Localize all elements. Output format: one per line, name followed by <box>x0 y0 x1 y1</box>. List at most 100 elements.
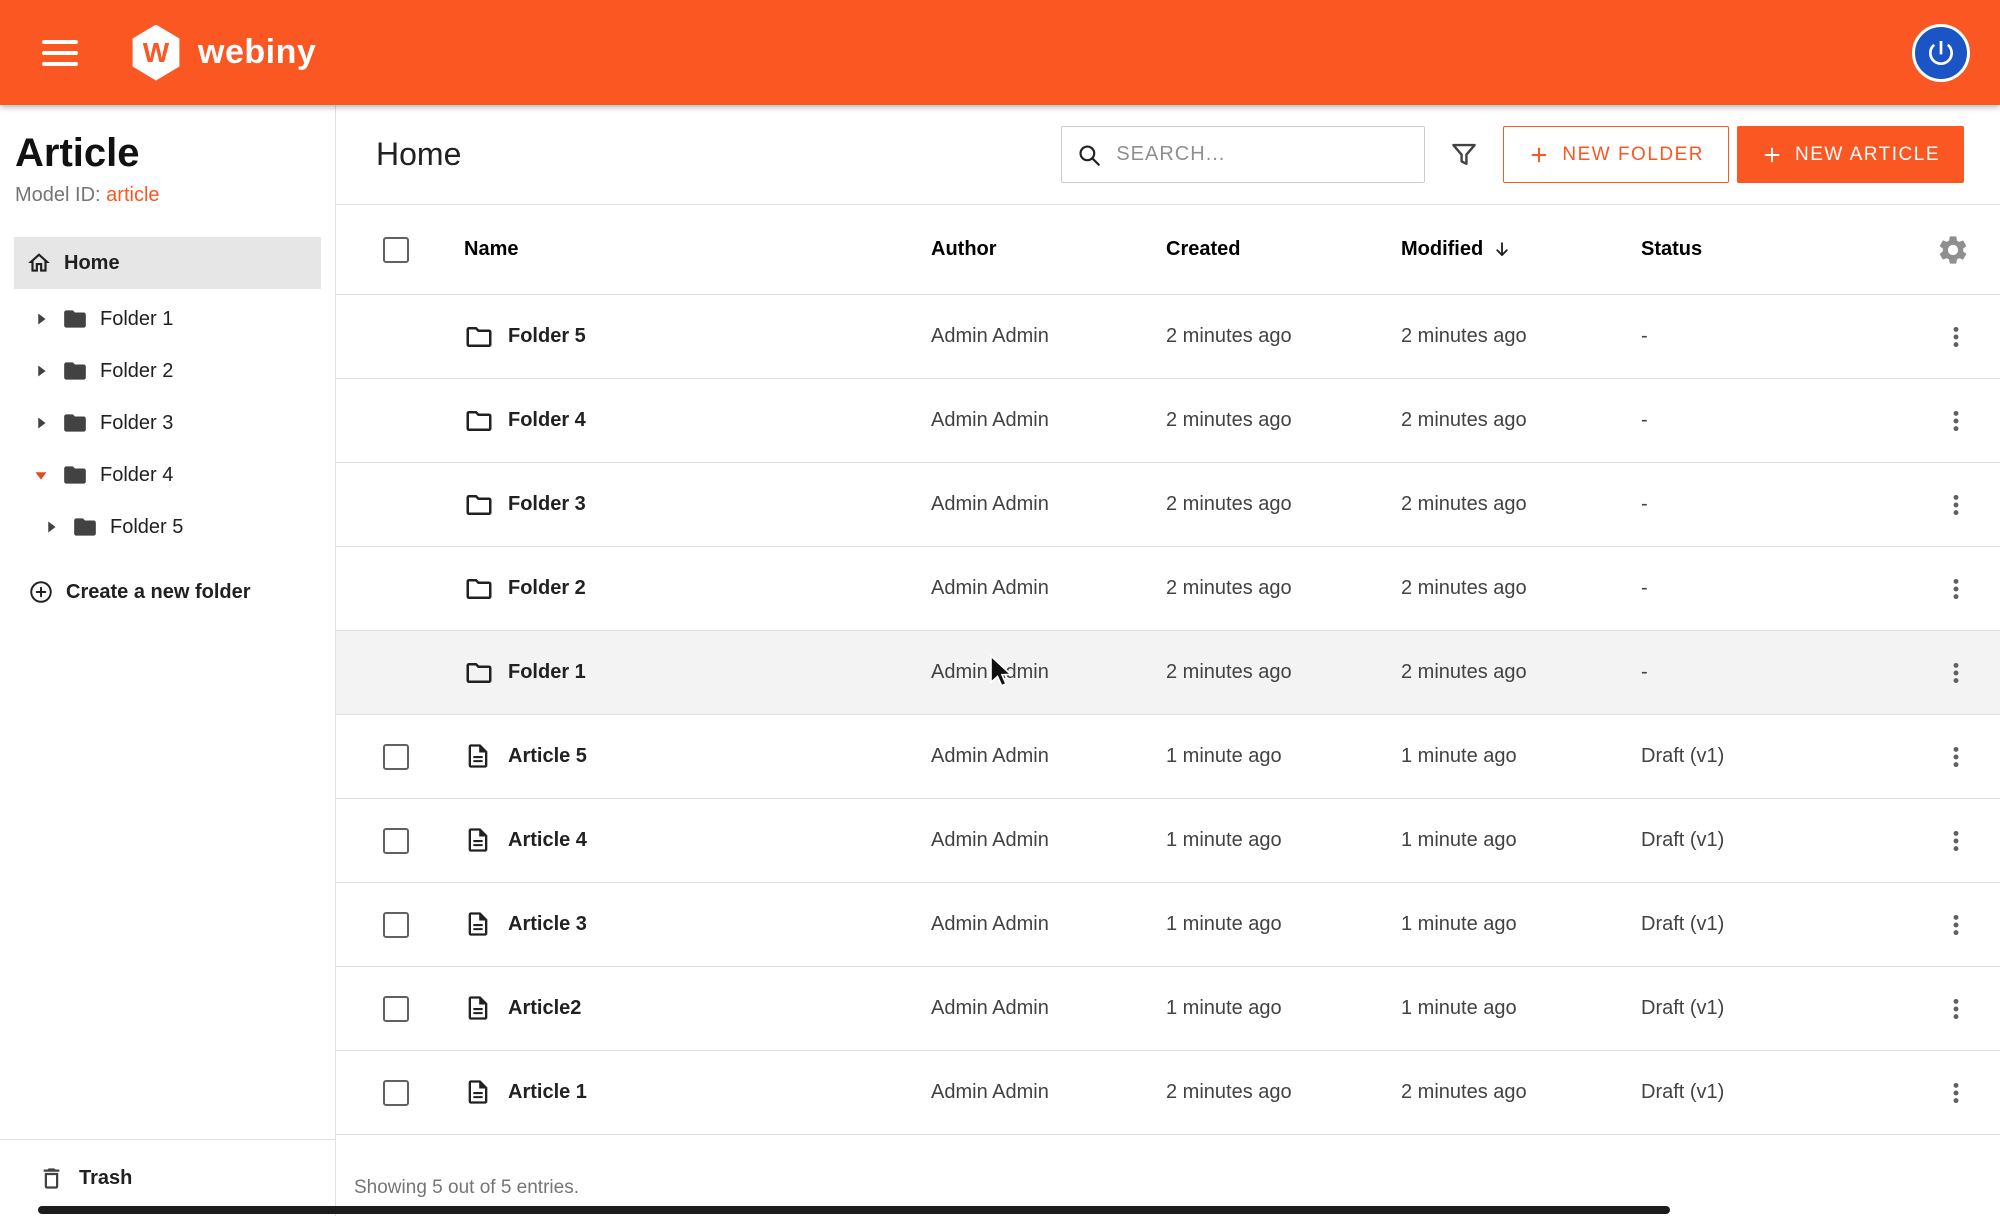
entry-name[interactable]: Article 4 <box>456 826 931 856</box>
entry-modified: 1 minute ago <box>1401 829 1641 852</box>
column-name[interactable]: Name <box>456 238 931 261</box>
folder-icon <box>464 406 494 436</box>
caret-right-icon[interactable] <box>30 412 52 434</box>
row-menu-kebab-icon[interactable] <box>1938 655 1974 691</box>
row-checkbox[interactable] <box>383 1080 409 1106</box>
user-avatar[interactable] <box>1912 24 1970 82</box>
sidebar-item-folder-3[interactable]: Folder 3 <box>0 397 335 449</box>
sort-desc-icon <box>1491 239 1513 261</box>
table-settings-gear-icon[interactable] <box>1932 229 1974 271</box>
entry-author: Admin Admin <box>931 745 1166 768</box>
table-header: Name Author Created Modified Status <box>336 205 2000 295</box>
content-area: Home NEW FOLDER NEW ARTICLE <box>336 105 2000 1216</box>
table-row[interactable]: Folder 1Admin Admin2 minutes ago2 minute… <box>336 631 2000 715</box>
row-menu-kebab-icon[interactable] <box>1938 991 1974 1027</box>
entry-status: Draft (v1) <box>1641 997 1901 1020</box>
column-created[interactable]: Created <box>1166 238 1401 261</box>
entry-status: Draft (v1) <box>1641 745 1901 768</box>
entry-modified: 1 minute ago <box>1401 913 1641 936</box>
entry-name[interactable]: Folder 2 <box>456 574 931 604</box>
caret-down-icon[interactable] <box>30 464 52 486</box>
model-id-label: Model ID: <box>15 184 101 206</box>
sidebar-item-folder-4[interactable]: Folder 4 <box>0 449 335 501</box>
entry-status: Draft (v1) <box>1641 829 1901 852</box>
search-input[interactable] <box>1114 142 1410 167</box>
entry-modified: 1 minute ago <box>1401 745 1641 768</box>
table-row[interactable]: Article 5Admin Admin1 minute ago1 minute… <box>336 715 2000 799</box>
folder-icon <box>62 358 88 384</box>
new-folder-button[interactable]: NEW FOLDER <box>1503 126 1729 183</box>
entry-name[interactable]: Article 5 <box>456 742 931 772</box>
content-header: Home NEW FOLDER NEW ARTICLE <box>336 105 2000 205</box>
entry-author: Admin Admin <box>931 577 1166 600</box>
sidebar-item-folder-1[interactable]: Folder 1 <box>0 293 335 345</box>
brand-name: webiny <box>198 33 316 72</box>
column-status[interactable]: Status <box>1641 238 1901 261</box>
table-row[interactable]: Article 1Admin Admin2 minutes ago2 minut… <box>336 1051 2000 1135</box>
entry-status: - <box>1641 493 1901 516</box>
entry-name[interactable]: Article 3 <box>456 910 931 940</box>
trash-label: Trash <box>79 1167 132 1190</box>
sidebar-item-home[interactable]: Home <box>14 237 321 289</box>
home-icon <box>26 250 52 276</box>
folder-icon <box>464 574 494 604</box>
model-title: Article <box>15 131 335 176</box>
row-menu-kebab-icon[interactable] <box>1938 487 1974 523</box>
table-row[interactable]: Article 4Admin Admin1 minute ago1 minute… <box>336 799 2000 883</box>
caret-right-icon[interactable] <box>40 516 62 538</box>
row-menu-kebab-icon[interactable] <box>1938 907 1974 943</box>
column-modified[interactable]: Modified <box>1401 238 1641 261</box>
sidebar-item-folder-2[interactable]: Folder 2 <box>0 345 335 397</box>
sidebar: Article Model ID: article HomeFolder 1Fo… <box>0 105 336 1216</box>
caret-right-icon[interactable] <box>30 308 52 330</box>
entry-created: 2 minutes ago <box>1166 577 1401 600</box>
row-menu-kebab-icon[interactable] <box>1938 823 1974 859</box>
row-menu-kebab-icon[interactable] <box>1938 403 1974 439</box>
article-icon <box>464 1078 494 1108</box>
table-row[interactable]: Folder 3Admin Admin2 minutes ago2 minute… <box>336 463 2000 547</box>
row-checkbox[interactable] <box>383 912 409 938</box>
table-row[interactable]: Folder 5Admin Admin2 minutes ago2 minute… <box>336 295 2000 379</box>
row-checkbox[interactable] <box>383 744 409 770</box>
new-article-button[interactable]: NEW ARTICLE <box>1737 126 1964 183</box>
row-menu-kebab-icon[interactable] <box>1938 319 1974 355</box>
entry-modified: 2 minutes ago <box>1401 409 1641 432</box>
table-row[interactable]: Article2Admin Admin1 minute ago1 minute … <box>336 967 2000 1051</box>
create-folder-button[interactable]: Create a new folder <box>0 579 335 605</box>
entry-modified: 2 minutes ago <box>1401 325 1641 348</box>
caret-right-icon[interactable] <box>30 360 52 382</box>
article-icon <box>464 742 494 772</box>
entry-author: Admin Admin <box>931 661 1166 684</box>
select-all-checkbox[interactable] <box>383 237 409 263</box>
entry-name[interactable]: Folder 5 <box>456 322 931 352</box>
entry-name[interactable]: Article2 <box>456 994 931 1024</box>
trash-button[interactable]: Trash <box>0 1139 335 1216</box>
trash-icon <box>38 1165 65 1192</box>
table-row[interactable]: Article 3Admin Admin1 minute ago1 minute… <box>336 883 2000 967</box>
entry-name[interactable]: Folder 3 <box>456 490 931 520</box>
entry-created: 2 minutes ago <box>1166 493 1401 516</box>
entry-created: 1 minute ago <box>1166 997 1401 1020</box>
row-checkbox[interactable] <box>383 996 409 1022</box>
menu-hamburger-icon[interactable] <box>42 40 78 66</box>
table-row[interactable]: Folder 4Admin Admin2 minutes ago2 minute… <box>336 379 2000 463</box>
folder-icon <box>62 410 88 436</box>
power-icon <box>1925 37 1957 69</box>
entry-status: Draft (v1) <box>1641 913 1901 936</box>
folder-icon <box>464 658 494 688</box>
sidebar-item-label: Folder 5 <box>110 516 183 539</box>
entry-name[interactable]: Folder 4 <box>456 406 931 436</box>
row-menu-kebab-icon[interactable] <box>1938 571 1974 607</box>
row-menu-kebab-icon[interactable] <box>1938 1075 1974 1111</box>
table-row[interactable]: Folder 2Admin Admin2 minutes ago2 minute… <box>336 547 2000 631</box>
page-title: Home <box>376 136 461 173</box>
filter-icon[interactable] <box>1447 138 1481 172</box>
column-author[interactable]: Author <box>931 238 1166 261</box>
row-checkbox[interactable] <box>383 828 409 854</box>
entry-name[interactable]: Folder 1 <box>456 658 931 688</box>
table-body: Folder 5Admin Admin2 minutes ago2 minute… <box>336 295 2000 1135</box>
row-menu-kebab-icon[interactable] <box>1938 739 1974 775</box>
sidebar-item-folder-5[interactable]: Folder 5 <box>0 501 335 553</box>
entry-name[interactable]: Article 1 <box>456 1078 931 1108</box>
entry-author: Admin Admin <box>931 325 1166 348</box>
